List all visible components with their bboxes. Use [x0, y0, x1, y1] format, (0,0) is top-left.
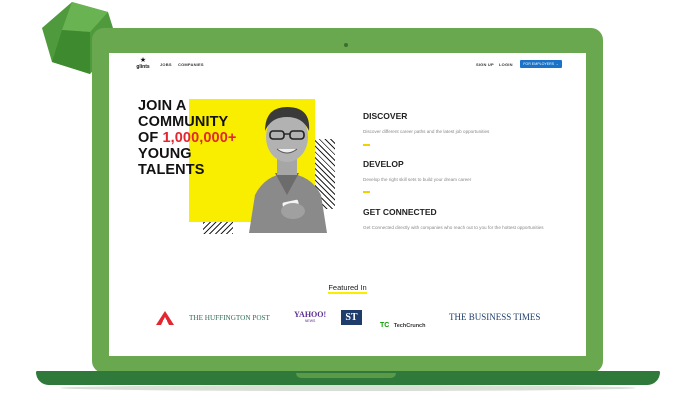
techcrunch-text: TechCrunch [393, 323, 426, 329]
techcrunch-mark: TC [380, 322, 390, 329]
featured-heading: Featured In [109, 283, 586, 294]
hero-headline-of: OF [138, 130, 163, 146]
hatch-pattern-bottom [203, 222, 233, 234]
hero-headline-line5: TALENTS [138, 162, 205, 178]
hero-headline-line3: OF 1,000,000+ [138, 130, 236, 146]
section-text-connected: Get Connected directly with companies wh… [363, 225, 544, 230]
laptop-shadow [60, 385, 636, 391]
section-title-develop: DEVELOP [363, 159, 404, 169]
section-text-develop: Develop the right skill sets to build yo… [363, 177, 472, 182]
abc-logo [156, 311, 174, 330]
section-text-discover: Discover different career paths and the … [363, 129, 490, 134]
techcrunch-logo: TC TechCrunch [380, 314, 425, 332]
business-times-logo: THE BUSINESS TIMES [449, 312, 541, 322]
huffington-post-logo: THE HUFFINGTON POST [189, 314, 270, 322]
camera-dot [344, 43, 348, 47]
hero-headline-line1: JOIN A [138, 98, 187, 114]
section-divider [363, 191, 370, 193]
section-divider [363, 144, 370, 146]
hero-headline-line2: COMMUNITY [138, 114, 229, 130]
yahoo-news-logo: YAHOO! NEWS [294, 310, 326, 323]
yahoo-news-subtext: NEWS [304, 319, 316, 323]
straits-times-logo: ST [341, 310, 362, 325]
section-title-discover: DISCOVER [363, 111, 408, 121]
nav-link-companies[interactable]: COMPANIES [178, 62, 204, 67]
laptop-screen: ★ glints JOBS COMPANIES SIGN UP LOGIN FO… [109, 53, 586, 356]
laptop-base-groove [296, 373, 396, 378]
glints-logo[interactable]: ★ glints [133, 57, 153, 73]
laptop-frame: ★ glints JOBS COMPANIES SIGN UP LOGIN FO… [92, 28, 603, 373]
yahoo-logo-text: YAHOO! [294, 310, 327, 319]
featured-heading-text: Featured In [328, 283, 367, 294]
hero-headline-line4: YOUNG [138, 146, 192, 162]
nav-link-jobs[interactable]: JOBS [160, 62, 172, 67]
logo-star-icon: ★ [139, 57, 147, 64]
nav-signup[interactable]: SIGN UP [476, 62, 494, 67]
top-navbar: ★ glints JOBS COMPANIES SIGN UP LOGIN FO… [109, 53, 586, 77]
logo-text: glints [136, 64, 150, 70]
hero-person-photo [235, 97, 337, 233]
section-title-connected: GET CONNECTED [363, 207, 437, 217]
hero-headline-count: 1,000,000+ [162, 130, 237, 146]
for-employers-button[interactable]: FOR EMPLOYERS → [520, 60, 562, 68]
nav-login[interactable]: LOGIN [499, 62, 513, 67]
